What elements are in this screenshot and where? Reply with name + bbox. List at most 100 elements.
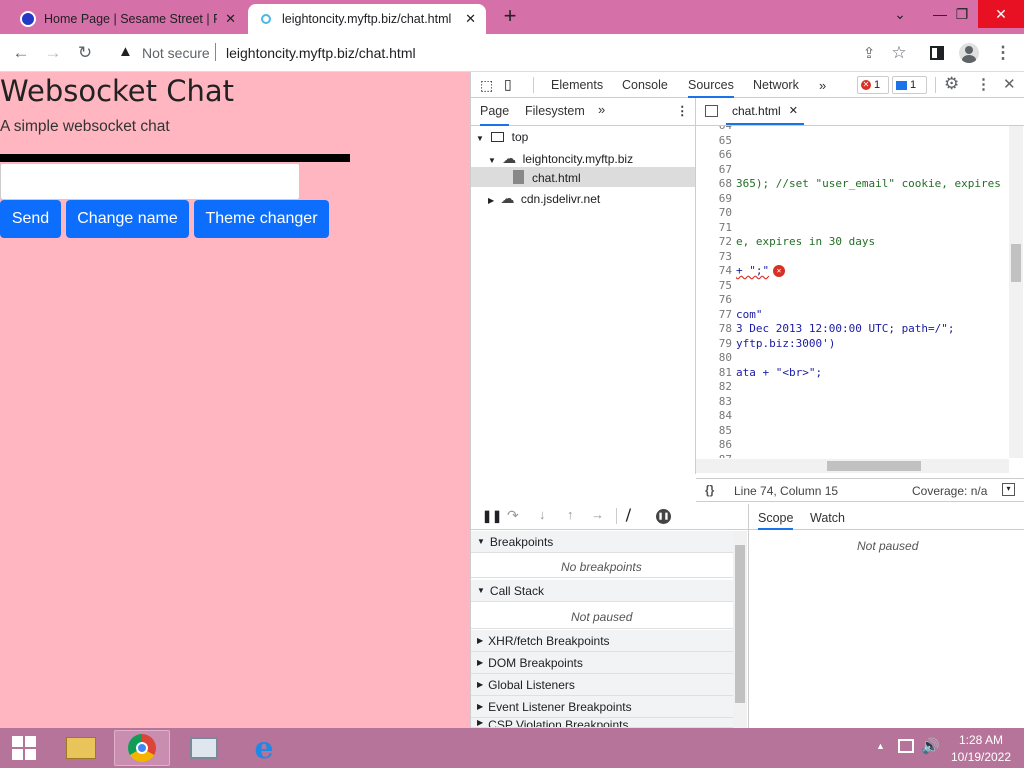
share-icon[interactable]: ⇪ [856, 40, 882, 66]
tab-console[interactable]: Console [622, 78, 668, 92]
profile-avatar-icon[interactable] [956, 40, 982, 66]
editor-horizontal-scrollbar[interactable] [696, 459, 1009, 473]
line-number[interactable]: 86 [696, 438, 732, 451]
code-editor[interactable]: 64 6566 6768 365); //set "user_email" cooki… [696, 126, 1008, 458]
pause-icon[interactable]: ❚❚ [482, 509, 502, 523]
message-input[interactable] [0, 163, 300, 200]
coverage-status[interactable]: Coverage: n/a [912, 484, 987, 498]
call-stack-header[interactable]: ▼ Call Stack [471, 580, 733, 602]
clock-time[interactable]: 1:28 AM [952, 733, 1010, 747]
url-text[interactable]: leightoncity.myftp.biz/chat.html [226, 45, 416, 61]
tab-scope[interactable]: Scope [758, 511, 794, 530]
global-listeners-header[interactable]: ▶ Global Listeners [471, 674, 733, 696]
show-hidden-icons-icon[interactable]: ▲ [876, 741, 885, 751]
step-into-icon[interactable]: ↓ [539, 507, 546, 522]
tab-sesame-street[interactable]: Home Page | Sesame Street | PBS ✕ [10, 4, 246, 34]
step-over-icon[interactable]: ↷ [507, 507, 519, 524]
tab-chat[interactable]: leightoncity.myftp.biz/chat.html ✕ [248, 4, 486, 34]
volume-icon[interactable]: 🔊 [921, 737, 940, 755]
editor-tab-chat[interactable]: chat.html ✕ [726, 98, 804, 125]
close-window-icon[interactable]: ✕ [978, 0, 1024, 28]
line-number[interactable]: 79 [696, 337, 732, 350]
line-number[interactable]: 64 [696, 126, 732, 132]
csp-breakpoints-header[interactable]: ▶ CSP Violation Breakpoints [471, 718, 733, 728]
security-label[interactable]: Not secure [142, 45, 210, 61]
tree-top[interactable]: ▼ top [476, 130, 528, 144]
scrollbar-thumb[interactable] [827, 461, 921, 471]
tree-file-row[interactable]: chat.html [471, 167, 695, 187]
line-number[interactable]: 65 [696, 134, 732, 147]
monitor-icon[interactable] [176, 730, 232, 766]
address-bar[interactable]: ▲ Not secure leightoncity.myftp.biz/chat… [108, 38, 918, 68]
close-devtools-icon[interactable]: ✕ [1003, 75, 1016, 93]
scrollbar-thumb[interactable] [1011, 244, 1021, 282]
new-tab-plus-icon[interactable]: + [498, 4, 522, 30]
line-number[interactable]: 70 [696, 206, 732, 219]
line-number[interactable]: 74 [696, 264, 732, 277]
tree-cdn[interactable]: ▶ ☁ cdn.jsdelivr.net [488, 190, 600, 207]
change-name-button[interactable]: Change name [66, 200, 189, 238]
debugger-scrollbar[interactable] [733, 531, 747, 728]
dom-breakpoints-header[interactable]: ▶ DOM Breakpoints [471, 652, 733, 674]
event-listener-breakpoints-header[interactable]: ▶ Event Listener Breakpoints [471, 696, 733, 718]
line-number[interactable]: 69 [696, 192, 732, 205]
inspect-element-icon[interactable]: ⬚ [480, 77, 493, 94]
line-number[interactable]: 83 [696, 395, 732, 408]
pause-on-exceptions-icon[interactable]: ❚❚ [656, 509, 671, 524]
more-tabs-chevron-icon[interactable]: » [819, 78, 826, 93]
forward-arrow-icon[interactable]: → [40, 40, 66, 66]
close-tab-icon[interactable]: ✕ [465, 11, 476, 27]
tab-network[interactable]: Network [753, 78, 799, 92]
message-counter[interactable]: 1 [892, 76, 927, 94]
line-number[interactable]: 73 [696, 250, 732, 263]
line-number[interactable]: 80 [696, 351, 732, 364]
tab-sources[interactable]: Sources [688, 78, 734, 98]
network-icon[interactable] [898, 739, 914, 753]
step-out-icon[interactable]: ↑ [567, 507, 574, 522]
editor-vertical-scrollbar[interactable] [1009, 126, 1023, 458]
device-toolbar-icon[interactable]: ▯ [504, 76, 512, 93]
line-number[interactable]: 68 [696, 177, 732, 190]
theme-changer-button[interactable]: Theme changer [194, 200, 329, 238]
close-editor-tab-icon[interactable]: ✕ [789, 104, 798, 117]
error-counter[interactable]: ✕ 1 [857, 76, 889, 94]
line-number[interactable]: 84 [696, 409, 732, 422]
step-icon[interactable]: → [591, 507, 604, 522]
more-navigator-chevron-icon[interactable]: » [598, 102, 605, 117]
tab-page[interactable]: Page [480, 104, 510, 126]
start-icon[interactable] [0, 730, 48, 766]
toggle-navigator-icon[interactable] [705, 105, 718, 117]
navigator-menu-kebab-icon[interactable]: ⋮ [676, 103, 689, 118]
line-number[interactable]: 78 [696, 322, 732, 335]
restore-icon[interactable]: ❐ [942, 0, 982, 28]
tab-search-chevron-icon[interactable]: ⌄ [880, 0, 920, 28]
line-number[interactable]: 81 [696, 366, 732, 379]
settings-gear-icon[interactable]: ⚙ [944, 74, 959, 94]
line-number[interactable]: 75 [696, 279, 732, 292]
send-button[interactable]: Send [0, 200, 61, 238]
line-number[interactable]: 82 [696, 380, 732, 393]
breakpoints-header[interactable]: ▼ Breakpoints [471, 531, 733, 553]
menu-kebab-icon[interactable]: ⋮ [990, 40, 1016, 66]
tree-domain[interactable]: ▼ ☁ leightoncity.myftp.biz [488, 150, 633, 167]
xhr-breakpoints-header[interactable]: ▶ XHR/fetch Breakpoints [471, 630, 733, 652]
tab-filesystem[interactable]: Filesystem [525, 104, 585, 118]
side-panel-icon[interactable] [924, 40, 950, 66]
scrollbar-thumb[interactable] [735, 545, 745, 703]
line-number[interactable]: 72 [696, 235, 732, 248]
line-number[interactable]: 66 [696, 148, 732, 161]
reload-icon[interactable]: ↻ [72, 40, 98, 66]
line-number[interactable]: 67 [696, 163, 732, 176]
inline-error-icon[interactable]: ✕ [773, 265, 785, 277]
back-arrow-icon[interactable]: ← [8, 40, 34, 66]
tab-watch[interactable]: Watch [810, 511, 845, 525]
line-number[interactable]: 85 [696, 424, 732, 437]
line-number[interactable]: 76 [696, 293, 732, 306]
line-number[interactable]: 87 [696, 453, 732, 459]
bookmark-star-icon[interactable]: ☆ [886, 40, 912, 66]
chrome-icon[interactable] [114, 730, 170, 766]
coverage-toggle-icon[interactable]: ▾ [1002, 483, 1015, 496]
close-tab-icon[interactable]: ✕ [225, 11, 236, 27]
pretty-print-braces-icon[interactable]: {} [705, 483, 714, 497]
tab-elements[interactable]: Elements [551, 78, 603, 92]
